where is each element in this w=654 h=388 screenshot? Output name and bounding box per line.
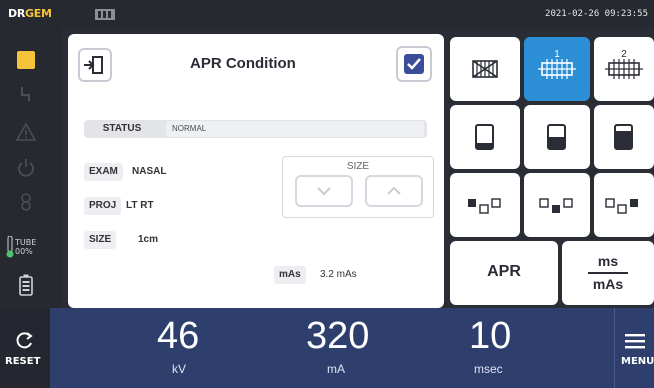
brand-logo: DRGEM [8, 7, 52, 20]
grid-2-icon: 2 [605, 49, 643, 79]
heater-icon [16, 192, 36, 212]
ma-value[interactable]: 320 [306, 316, 369, 356]
ms-label: ms [597, 253, 619, 269]
field-left-button[interactable] [450, 173, 520, 237]
menu-button[interactable]: MENU [614, 308, 654, 388]
date-time: 2021-02-26 09:23:55 [545, 9, 648, 19]
top-bar: DRGEM 2021-02-26 09:23:55 [0, 0, 654, 28]
reset-label: RESET [5, 356, 41, 367]
density-low-icon [475, 124, 494, 150]
density-low-button[interactable] [450, 105, 520, 169]
power-icon [16, 158, 36, 178]
chevron-up-icon [387, 186, 401, 195]
lightning-icon [16, 84, 36, 104]
size-down-button[interactable] [295, 175, 353, 207]
chevron-down-icon [317, 187, 331, 196]
tube-value: 00% [15, 247, 33, 256]
tube-label: TUBE [15, 238, 37, 247]
warning-icon [15, 122, 37, 142]
apr-button[interactable]: APR [450, 241, 558, 305]
grid-off-button[interactable] [450, 37, 520, 101]
mas-unit-label: mAs [592, 276, 624, 292]
film-strip-icon [95, 9, 115, 20]
field-center-icon [539, 198, 573, 213]
grid-1-number: 1 [554, 49, 560, 60]
size-label: SIZE [84, 231, 117, 249]
mas-label: mAs [274, 266, 306, 284]
reset-button[interactable]: RESET [0, 308, 50, 388]
status-row: STATUS NORMAL [84, 120, 427, 138]
exam-label: EXAM [84, 163, 123, 181]
density-high-icon [614, 124, 633, 150]
exam-value: NASAL [132, 166, 167, 177]
ms-mas-toggle-button[interactable]: ms mAs [562, 241, 654, 305]
grid-1-icon: 1 [538, 49, 576, 79]
size-control: SIZE [282, 156, 434, 218]
reset-icon [16, 332, 33, 349]
grid-2-number: 2 [621, 49, 627, 60]
mas-value: 3.2 mAs [320, 269, 357, 280]
density-mid-button[interactable] [524, 105, 590, 169]
status-value: NORMAL [166, 121, 424, 137]
size-value: 1cm [138, 234, 159, 245]
msec-value[interactable]: 10 [469, 316, 511, 356]
kv-value[interactable]: 46 [157, 316, 199, 356]
tube-heat-indicator: TUBE 00% [6, 235, 50, 260]
field-right-icon [605, 198, 638, 214]
status-label: STATUS [102, 123, 142, 134]
check-icon [407, 58, 421, 70]
battery-icon [16, 274, 36, 296]
option-grid: 1 2 APR ms mAs [448, 34, 654, 308]
exit-door-icon [84, 56, 103, 74]
apr-condition-panel: APR Condition STATUS NORMAL EXAM NASAL P… [68, 34, 444, 308]
exposure-bar: RESET 46 kV 320 mA 10 msec MENU [0, 308, 654, 388]
proj-value: LT RT [126, 200, 154, 211]
field-left-icon [468, 198, 501, 214]
confirm-checkbox[interactable] [396, 46, 432, 82]
ma-unit: mA [327, 362, 345, 376]
exit-button[interactable] [78, 48, 112, 82]
field-right-button[interactable] [594, 173, 654, 237]
fraction-divider [588, 272, 628, 274]
panel-title: APR Condition [190, 55, 296, 72]
size-control-label: SIZE [346, 161, 370, 172]
msec-unit: msec [474, 362, 503, 376]
density-high-button[interactable] [594, 105, 654, 169]
kv-unit: kV [172, 362, 187, 376]
field-center-button[interactable] [524, 173, 590, 237]
proj-label: PROJ [84, 197, 122, 215]
size-up-button[interactable] [365, 175, 423, 207]
grid-1-button[interactable]: 1 [524, 37, 590, 101]
sidebar: TUBE 00% [0, 28, 62, 308]
apr-label: APR [487, 263, 521, 280]
grid-off-icon [472, 60, 498, 78]
folder-icon[interactable] [16, 50, 36, 70]
menu-label: MENU [621, 356, 654, 367]
hamburger-icon [625, 334, 645, 349]
density-mid-icon [547, 124, 566, 150]
grid-2-button[interactable]: 2 [594, 37, 654, 101]
thermometer-icon [6, 235, 14, 258]
